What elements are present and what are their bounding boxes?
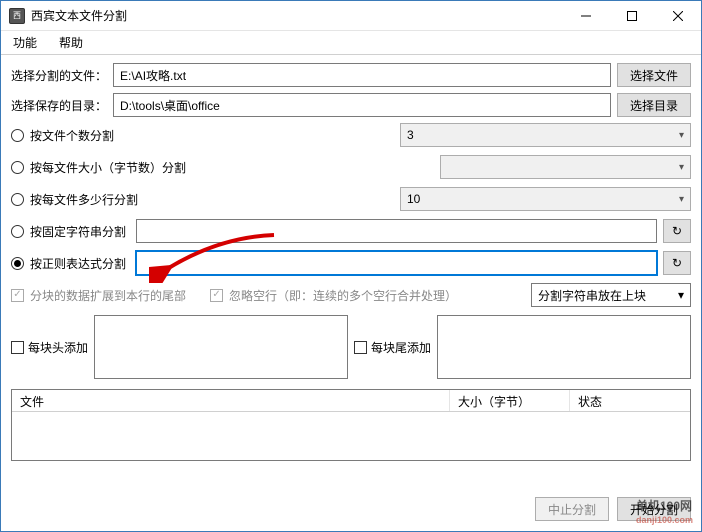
col-file[interactable]: 文件 bbox=[12, 390, 450, 411]
result-table: 文件 大小（字节） 状态 bbox=[11, 389, 691, 461]
size-combo: ▾ bbox=[440, 155, 691, 179]
col-status[interactable]: 状态 bbox=[570, 390, 690, 411]
file-label: 选择分割的文件： bbox=[11, 67, 107, 84]
fixed-refresh-button[interactable]: ↻ bbox=[663, 219, 691, 243]
radio-by-lines[interactable] bbox=[11, 193, 24, 206]
head-append-label: 每块头添加 bbox=[28, 339, 88, 356]
split-position-combo[interactable]: 分割字符串放在上块 ▾ bbox=[531, 283, 691, 307]
head-append-textarea[interactable] bbox=[94, 315, 348, 379]
close-button[interactable] bbox=[655, 1, 701, 30]
radio-by-size[interactable] bbox=[11, 161, 24, 174]
file-path-input[interactable] bbox=[113, 63, 611, 87]
chevron-down-icon: ▾ bbox=[678, 288, 684, 302]
radio-by-count-label[interactable]: 按文件个数分割 bbox=[30, 127, 390, 144]
dir-path-input[interactable] bbox=[113, 93, 611, 117]
menu-func[interactable]: 功能 bbox=[9, 32, 41, 53]
regex-input[interactable] bbox=[136, 251, 657, 275]
radio-by-regex[interactable] bbox=[11, 257, 24, 270]
choose-dir-button[interactable]: 选择目录 bbox=[617, 93, 691, 117]
checkbox-skip-blank bbox=[210, 289, 223, 302]
chevron-down-icon: ▾ bbox=[679, 130, 684, 141]
count-value: 3 bbox=[407, 128, 414, 142]
fixed-string-input[interactable] bbox=[136, 219, 657, 243]
lines-value: 10 bbox=[407, 192, 420, 206]
stop-split-button: 中止分割 bbox=[535, 497, 609, 521]
count-combo: 3 ▾ bbox=[400, 123, 691, 147]
tail-append-label: 每块尾添加 bbox=[371, 339, 431, 356]
dir-label: 选择保存的目录： bbox=[11, 97, 107, 114]
title-bar: 西 西宾文本文件分割 bbox=[1, 1, 701, 31]
tail-append-textarea[interactable] bbox=[437, 315, 691, 379]
radio-by-fixed-string[interactable] bbox=[11, 225, 24, 238]
checkbox-head-append[interactable] bbox=[11, 341, 24, 354]
checkbox-extend bbox=[11, 289, 24, 302]
maximize-button[interactable] bbox=[609, 1, 655, 30]
checkbox-extend-label: 分块的数据扩展到本行的尾部 bbox=[30, 287, 186, 304]
chevron-down-icon: ▾ bbox=[679, 194, 684, 205]
refresh-icon: ↻ bbox=[672, 224, 682, 238]
radio-by-fixed-string-label[interactable]: 按固定字符串分割 bbox=[30, 223, 126, 240]
refresh-icon: ↻ bbox=[672, 256, 682, 270]
radio-by-regex-label[interactable]: 按正则表达式分割 bbox=[30, 255, 126, 272]
start-split-button[interactable]: 开始分割 bbox=[617, 497, 691, 521]
minimize-button[interactable] bbox=[563, 1, 609, 30]
menu-bar: 功能 帮助 bbox=[1, 31, 701, 55]
choose-file-button[interactable]: 选择文件 bbox=[617, 63, 691, 87]
lines-combo: 10 ▾ bbox=[400, 187, 691, 211]
checkbox-tail-append[interactable] bbox=[354, 341, 367, 354]
chevron-down-icon: ▾ bbox=[679, 162, 684, 173]
radio-by-count[interactable] bbox=[11, 129, 24, 142]
window-title: 西宾文本文件分割 bbox=[31, 7, 563, 24]
app-icon: 西 bbox=[9, 8, 25, 24]
checkbox-skip-blank-label: 忽略空行（即：连续的多个空行合并处理） bbox=[229, 287, 457, 304]
radio-by-size-label[interactable]: 按每文件大小（字节数）分割 bbox=[30, 159, 430, 176]
menu-help[interactable]: 帮助 bbox=[55, 32, 87, 53]
radio-by-lines-label[interactable]: 按每文件多少行分割 bbox=[30, 191, 390, 208]
col-size[interactable]: 大小（字节） bbox=[450, 390, 570, 411]
regex-refresh-button[interactable]: ↻ bbox=[663, 251, 691, 275]
split-position-value: 分割字符串放在上块 bbox=[538, 287, 646, 304]
